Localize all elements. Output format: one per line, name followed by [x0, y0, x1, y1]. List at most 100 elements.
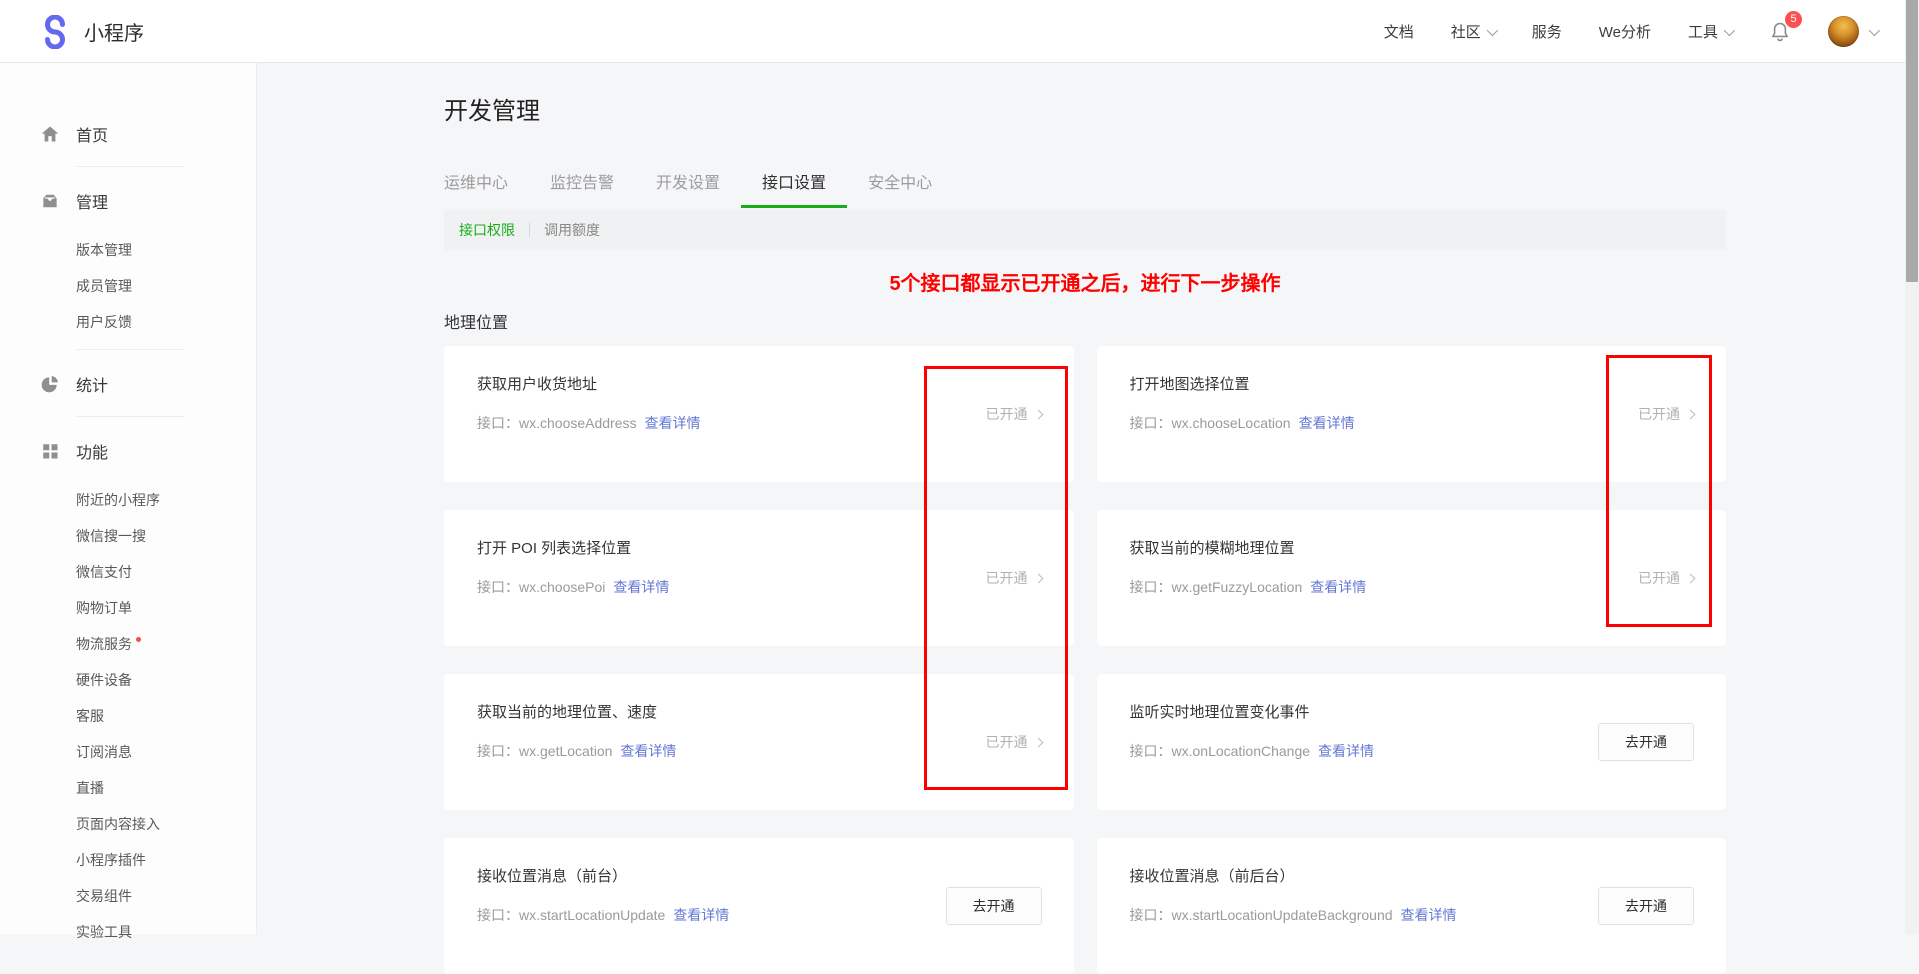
view-details-link[interactable]: 查看详情 — [1401, 907, 1457, 923]
api-card-get-location: 获取当前的地理位置、速度 接口：wx.getLocation查看详情 已开通 — [444, 674, 1074, 810]
api-card-choose-address: 获取用户收货地址 接口：wx.chooseAddress查看详情 已开通 — [444, 346, 1074, 482]
api-card-title: 接收位置消息（前后台） — [1130, 866, 1727, 887]
api-card-info: 接口：wx.choosePoi查看详情 — [477, 577, 1074, 597]
sidebar-item-nearby-miniprograms[interactable]: 附近的小程序 — [0, 482, 256, 518]
api-card-info: 接口：wx.getFuzzyLocation查看详情 — [1130, 577, 1727, 597]
subtab-bar: 接口权限 调用额度 — [444, 210, 1726, 250]
api-card-info: 接口：wx.chooseLocation查看详情 — [1130, 413, 1727, 433]
nav-community[interactable]: 社区 — [1451, 21, 1495, 42]
sidebar-item-page-content-access[interactable]: 页面内容接入 — [0, 806, 256, 842]
sidebar-item-version-manage[interactable]: 版本管理 — [0, 232, 256, 268]
status-opened[interactable]: 已开通 — [1638, 568, 1694, 588]
section-title-geolocation: 地理位置 — [444, 313, 1726, 335]
logo[interactable]: 小程序 — [38, 0, 144, 63]
chevron-right-icon — [1033, 573, 1043, 583]
chevron-right-icon — [1033, 409, 1043, 419]
go-open-button[interactable]: 去开通 — [1598, 723, 1694, 761]
sidebar-item-wechat-pay[interactable]: 微信支付 — [0, 554, 256, 590]
grid-icon — [40, 441, 60, 461]
divider — [76, 166, 184, 167]
chevron-right-icon — [1033, 737, 1043, 747]
navbar-menu: 文档 社区 服务 We分析 工具 5 — [1384, 0, 1877, 63]
view-details-link[interactable]: 查看详情 — [1318, 743, 1374, 759]
chevron-down-icon — [1724, 24, 1735, 35]
sidebar-item-home[interactable]: 首页 — [0, 111, 256, 157]
view-details-link[interactable]: 查看详情 — [645, 415, 701, 431]
sidebar-submenu-features: 附近的小程序 微信搜一搜 微信支付 购物订单 物流服务 硬件设备 客服 订阅消息… — [0, 482, 256, 950]
api-card-title: 打开地图选择位置 — [1130, 374, 1727, 395]
tab-operations-center[interactable]: 运维中心 — [423, 169, 529, 208]
avatar — [1828, 16, 1859, 47]
main-content: 开发管理 运维中心 监控告警 开发设置 接口设置 安全中心 接口权限 调用额度 … — [257, 63, 1919, 934]
tab-api-settings[interactable]: 接口设置 — [741, 169, 847, 208]
view-details-link[interactable]: 查看详情 — [673, 907, 729, 923]
sidebar-submenu-manage: 版本管理 成员管理 用户反馈 — [0, 232, 256, 340]
nav-tools[interactable]: 工具 — [1688, 21, 1732, 42]
top-navbar: 小程序 文档 社区 服务 We分析 工具 5 — [0, 0, 1919, 63]
sidebar-item-statistics[interactable]: 统计 — [0, 361, 256, 407]
miniprogram-logo-icon — [38, 15, 72, 49]
sidebar-item-user-feedback[interactable]: 用户反馈 — [0, 304, 256, 340]
api-card-choose-location: 打开地图选择位置 接口：wx.chooseLocation查看详情 已开通 — [1097, 346, 1727, 482]
api-card-on-location-change: 监听实时地理位置变化事件 接口：wx.onLocationChange查看详情 … — [1097, 674, 1727, 810]
sidebar-item-label: 管理 — [76, 189, 108, 213]
sidebar-item-shopping-orders[interactable]: 购物订单 — [0, 590, 256, 626]
sidebar-item-member-manage[interactable]: 成员管理 — [0, 268, 256, 304]
chevron-right-icon — [1686, 409, 1696, 419]
api-card-title: 获取当前的模糊地理位置 — [1130, 538, 1727, 559]
annotation-text: 5个接口都显示已开通之后，进行下一步操作 — [444, 269, 1726, 299]
sidebar-item-hardware-devices[interactable]: 硬件设备 — [0, 662, 256, 698]
tab-dev-settings[interactable]: 开发设置 — [635, 169, 741, 208]
view-details-link[interactable]: 查看详情 — [620, 743, 676, 759]
api-card-start-location-update: 接收位置消息（前台） 接口：wx.startLocationUpdate查看详情… — [444, 838, 1074, 974]
vertical-scrollbar — [1905, 0, 1919, 934]
tab-monitor-alerts[interactable]: 监控告警 — [529, 169, 635, 208]
tab-security-center[interactable]: 安全中心 — [847, 169, 953, 208]
sidebar-item-label: 首页 — [76, 122, 108, 146]
scrollbar-thumb[interactable] — [1906, 0, 1918, 282]
sidebar-item-experimental-tools[interactable]: 实验工具 — [0, 914, 256, 950]
sidebar-item-live-streaming[interactable]: 直播 — [0, 770, 256, 806]
sidebar-item-label: 统计 — [76, 372, 108, 396]
api-card-get-fuzzy-location: 获取当前的模糊地理位置 接口：wx.getFuzzyLocation查看详情 已… — [1097, 510, 1727, 646]
status-opened[interactable]: 已开通 — [1638, 404, 1694, 424]
go-open-button[interactable]: 去开通 — [1598, 887, 1694, 925]
api-card-choose-poi: 打开 POI 列表选择位置 接口：wx.choosePoi查看详情 已开通 — [444, 510, 1074, 646]
api-card-start-location-update-background: 接收位置消息（前后台） 接口：wx.startLocationUpdateBac… — [1097, 838, 1727, 974]
status-opened[interactable]: 已开通 — [986, 404, 1042, 424]
sidebar-item-features[interactable]: 功能 — [0, 428, 256, 474]
home-icon — [40, 124, 60, 144]
new-badge-dot — [136, 637, 141, 642]
chevron-down-icon — [1869, 24, 1880, 35]
api-card-info: 接口：wx.chooseAddress查看详情 — [477, 413, 1074, 433]
chevron-down-icon — [1486, 24, 1497, 35]
page-title: 开发管理 — [444, 96, 1726, 128]
notification-bell[interactable]: 5 — [1769, 20, 1791, 44]
view-details-link[interactable]: 查看详情 — [1310, 579, 1366, 595]
divider — [529, 223, 530, 237]
nav-we-analytics[interactable]: We分析 — [1599, 21, 1651, 42]
divider — [76, 349, 184, 350]
nav-services[interactable]: 服务 — [1532, 21, 1562, 42]
api-card-title: 监听实时地理位置变化事件 — [1130, 702, 1727, 723]
view-details-link[interactable]: 查看详情 — [1299, 415, 1355, 431]
api-card-title: 打开 POI 列表选择位置 — [477, 538, 1074, 559]
nav-docs[interactable]: 文档 — [1384, 21, 1414, 42]
subtab-api-permissions[interactable]: 接口权限 — [459, 220, 515, 240]
tray-icon — [40, 191, 60, 211]
go-open-button[interactable]: 去开通 — [946, 887, 1042, 925]
status-opened[interactable]: 已开通 — [986, 732, 1042, 752]
sidebar-item-wechat-search[interactable]: 微信搜一搜 — [0, 518, 256, 554]
sidebar-item-trade-components[interactable]: 交易组件 — [0, 878, 256, 914]
logo-text: 小程序 — [84, 17, 144, 46]
account-menu[interactable] — [1828, 16, 1877, 47]
view-details-link[interactable]: 查看详情 — [613, 579, 669, 595]
sidebar-item-logistics-service[interactable]: 物流服务 — [0, 626, 256, 662]
sidebar-item-manage[interactable]: 管理 — [0, 178, 256, 224]
sidebar-item-miniprogram-plugins[interactable]: 小程序插件 — [0, 842, 256, 878]
status-opened[interactable]: 已开通 — [986, 568, 1042, 588]
sidebar-item-subscribe-messages[interactable]: 订阅消息 — [0, 734, 256, 770]
sidebar-item-customer-service[interactable]: 客服 — [0, 698, 256, 734]
chevron-right-icon — [1686, 573, 1696, 583]
subtab-call-quota[interactable]: 调用额度 — [544, 220, 600, 240]
